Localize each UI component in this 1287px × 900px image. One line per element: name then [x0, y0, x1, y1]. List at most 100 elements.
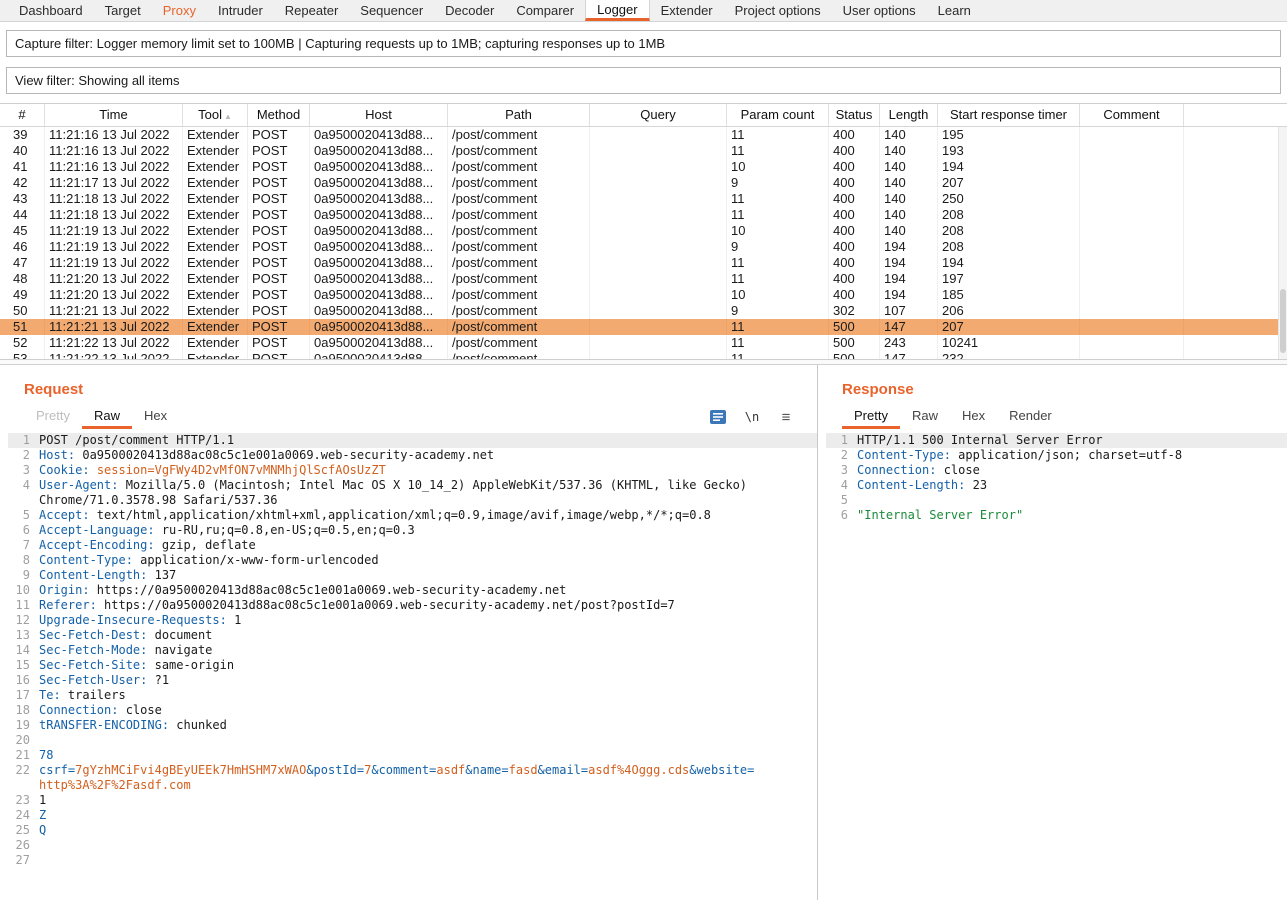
request-tab-pretty[interactable]: Pretty	[24, 405, 82, 429]
tab-comparer[interactable]: Comparer	[505, 0, 585, 21]
column-header-status[interactable]: Status	[829, 104, 880, 126]
cell-method: POST	[248, 191, 310, 207]
tab-learn[interactable]: Learn	[927, 0, 982, 21]
tab-logger[interactable]: Logger	[585, 0, 649, 21]
show-newlines-icon[interactable]: \n	[743, 408, 761, 426]
table-row[interactable]: 4811:21:20 13 Jul 2022ExtenderPOST0a9500…	[0, 271, 1287, 287]
cell-time: 11:21:16 13 Jul 2022	[45, 159, 183, 175]
cell-length: 140	[880, 207, 938, 223]
tab-extender[interactable]: Extender	[650, 0, 724, 21]
table-scrollbar[interactable]	[1278, 127, 1287, 359]
cell-method: POST	[248, 159, 310, 175]
line-number: 19	[8, 718, 30, 733]
line-number: 24	[8, 808, 30, 823]
cell-tool: Extender	[183, 127, 248, 143]
table-scrollbar-thumb[interactable]	[1280, 289, 1286, 353]
request-tab-raw[interactable]: Raw	[82, 405, 132, 429]
cell-time: 11:21:16 13 Jul 2022	[45, 127, 183, 143]
tab-decoder[interactable]: Decoder	[434, 0, 505, 21]
cell-param: 11	[727, 207, 829, 223]
column-header-tool[interactable]: Tool▲	[183, 104, 248, 126]
request-editor[interactable]: 1POST /post/comment HTTP/1.12Host: 0a950…	[8, 433, 817, 868]
cell-path: /post/comment	[448, 351, 590, 359]
table-row[interactable]: 4611:21:19 13 Jul 2022ExtenderPOST0a9500…	[0, 239, 1287, 255]
tab-proxy[interactable]: Proxy	[152, 0, 207, 21]
response-tab-pretty[interactable]: Pretty	[842, 405, 900, 429]
cell-length: 107	[880, 303, 938, 319]
editor-line: 20	[8, 733, 817, 748]
column-header-query[interactable]: Query	[590, 104, 727, 126]
column-header-comment[interactable]: Comment	[1080, 104, 1184, 126]
cell-status: 400	[829, 191, 880, 207]
tab-intruder[interactable]: Intruder	[207, 0, 274, 21]
line-number: 9	[8, 568, 30, 583]
column-header-time[interactable]: Time	[45, 104, 183, 126]
cell-host: 0a9500020413d88...	[310, 255, 448, 271]
cell-time: 11:21:21 13 Jul 2022	[45, 303, 183, 319]
column-header-start-response-timer[interactable]: Start response timer	[938, 104, 1080, 126]
cell-query	[590, 207, 727, 223]
column-header-[interactable]: #	[0, 104, 45, 126]
line-content	[39, 838, 755, 853]
cell-query	[590, 159, 727, 175]
table-row[interactable]: 4311:21:18 13 Jul 2022ExtenderPOST0a9500…	[0, 191, 1287, 207]
tab-project-options[interactable]: Project options	[724, 0, 832, 21]
cell-method: POST	[248, 319, 310, 335]
cell-tool: Extender	[183, 207, 248, 223]
cell-status: 400	[829, 255, 880, 271]
line-content: Referer: https://0a9500020413d88ac08c5c1…	[39, 598, 755, 613]
table-row[interactable]: 4211:21:17 13 Jul 2022ExtenderPOST0a9500…	[0, 175, 1287, 191]
line-content: Sec-Fetch-Mode: navigate	[39, 643, 755, 658]
table-row[interactable]: 4711:21:19 13 Jul 2022ExtenderPOST0a9500…	[0, 255, 1287, 271]
line-content: 1	[39, 793, 755, 808]
response-editor[interactable]: 1HTTP/1.1 500 Internal Server Error2Cont…	[826, 433, 1287, 523]
column-header-method[interactable]: Method	[248, 104, 310, 126]
cell-method: POST	[248, 351, 310, 359]
line-number: 16	[8, 673, 30, 688]
cell-query	[590, 255, 727, 271]
line-content: Upgrade-Insecure-Requests: 1	[39, 613, 755, 628]
tab-dashboard[interactable]: Dashboard	[8, 0, 94, 21]
response-tab-hex[interactable]: Hex	[950, 405, 997, 429]
line-number: 4	[826, 478, 848, 493]
tab-sequencer[interactable]: Sequencer	[349, 0, 434, 21]
line-number: 21	[8, 748, 30, 763]
column-label: Method	[257, 107, 300, 122]
table-row[interactable]: 5311:21:22 13 Jul 2022ExtenderPOST0a9500…	[0, 351, 1287, 359]
tab-user-options[interactable]: User options	[832, 0, 927, 21]
table-row[interactable]: 4511:21:19 13 Jul 2022ExtenderPOST0a9500…	[0, 223, 1287, 239]
table-row[interactable]: 5011:21:21 13 Jul 2022ExtenderPOST0a9500…	[0, 303, 1287, 319]
table-row[interactable]: 5211:21:22 13 Jul 2022ExtenderPOST0a9500…	[0, 335, 1287, 351]
editor-line: 11Referer: https://0a9500020413d88ac08c5…	[8, 598, 817, 613]
cell-query	[590, 287, 727, 303]
cell-tool: Extender	[183, 335, 248, 351]
table-row[interactable]: 4911:21:20 13 Jul 2022ExtenderPOST0a9500…	[0, 287, 1287, 303]
cell-comment	[1080, 239, 1184, 255]
table-row[interactable]: 3911:21:16 13 Jul 2022ExtenderPOST0a9500…	[0, 127, 1287, 143]
table-body: 3911:21:16 13 Jul 2022ExtenderPOST0a9500…	[0, 127, 1287, 359]
request-tab-hex[interactable]: Hex	[132, 405, 179, 429]
view-filter-bar[interactable]: View filter: Showing all items	[6, 67, 1281, 94]
table-row[interactable]: 4011:21:16 13 Jul 2022ExtenderPOST0a9500…	[0, 143, 1287, 159]
table-row[interactable]: 4111:21:16 13 Jul 2022ExtenderPOST0a9500…	[0, 159, 1287, 175]
response-tab-raw[interactable]: Raw	[900, 405, 950, 429]
tab-target[interactable]: Target	[94, 0, 152, 21]
column-header-host[interactable]: Host	[310, 104, 448, 126]
table-row[interactable]: 5111:21:21 13 Jul 2022ExtenderPOST0a9500…	[0, 319, 1287, 335]
editor-menu-icon[interactable]: ≡	[777, 408, 795, 426]
line-content: Sec-Fetch-User: ?1	[39, 673, 755, 688]
cell-tool: Extender	[183, 239, 248, 255]
cell-host: 0a9500020413d88...	[310, 191, 448, 207]
tab-repeater[interactable]: Repeater	[274, 0, 349, 21]
response-tab-render[interactable]: Render	[997, 405, 1064, 429]
cell-length: 243	[880, 335, 938, 351]
cell-tool: Extender	[183, 287, 248, 303]
cell-path: /post/comment	[448, 175, 590, 191]
column-header-param-count[interactable]: Param count	[727, 104, 829, 126]
column-header-length[interactable]: Length	[880, 104, 938, 126]
capture-filter-bar[interactable]: Capture filter: Logger memory limit set …	[6, 30, 1281, 57]
wrap-lines-icon[interactable]	[709, 408, 727, 426]
column-header-path[interactable]: Path	[448, 104, 590, 126]
table-row[interactable]: 4411:21:18 13 Jul 2022ExtenderPOST0a9500…	[0, 207, 1287, 223]
cell-length: 147	[880, 319, 938, 335]
